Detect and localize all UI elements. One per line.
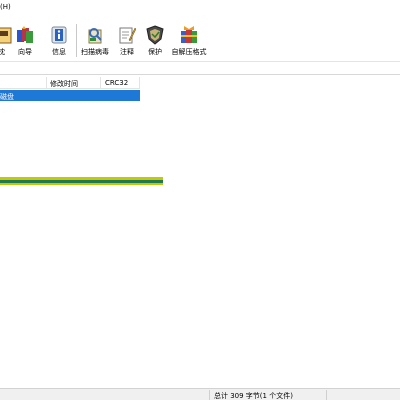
sfx-button[interactable]: 自解压格式 — [172, 23, 207, 59]
column-divider[interactable] — [46, 77, 47, 88]
shield-icon — [146, 25, 164, 45]
virus-scan-icon — [86, 25, 104, 45]
comment-button[interactable]: 注释 — [116, 23, 138, 59]
selected-row[interactable]: 磁盘 — [0, 90, 140, 101]
status-bar: 总计 309 字节(1 个文件) — [0, 388, 400, 400]
address-bar[interactable] — [0, 63, 400, 75]
progress-fill — [0, 180, 163, 183]
column-divider[interactable] — [139, 77, 140, 88]
column-crc32[interactable]: CRC32 — [105, 79, 128, 87]
partial-icon — [0, 25, 13, 45]
column-header: 修改时间 CRC32 — [0, 76, 140, 89]
status-text: 总计 309 字节(1 个文件) — [214, 392, 293, 400]
column-modified-time[interactable]: 修改时间 — [50, 79, 78, 89]
menu-help[interactable]: (H) — [0, 3, 11, 11]
row-name: 磁盘 — [0, 93, 14, 101]
column-divider[interactable] — [100, 77, 101, 88]
wizard-button-label: 向导 — [18, 48, 32, 56]
status-divider — [326, 390, 327, 400]
info-icon — [50, 25, 68, 45]
progress-bar — [0, 177, 163, 185]
comment-icon — [118, 25, 137, 45]
protect-button[interactable]: 保护 — [144, 23, 166, 59]
wizard-icon — [16, 25, 34, 45]
sfx-archive-icon — [180, 25, 198, 45]
menu-bar: (H) — [0, 0, 400, 17]
file-list[interactable]: 修改时间 CRC32 磁盘 — [0, 76, 400, 387]
sfx-button-label: 自解压格式 — [171, 48, 207, 56]
status-divider — [209, 390, 210, 400]
wizard-button[interactable]: 向导 — [14, 23, 36, 59]
toolbar: 枕 向导 信息 扫描病毒 注释 保护 自解压格式 — [0, 17, 400, 62]
info-button-label: 信息 — [52, 48, 66, 56]
info-button[interactable]: 信息 — [48, 23, 70, 59]
virus-scan-button[interactable]: 扫描病毒 — [81, 23, 109, 59]
protect-button-label: 保护 — [148, 48, 162, 56]
virus-scan-button-label: 扫描病毒 — [81, 48, 109, 56]
